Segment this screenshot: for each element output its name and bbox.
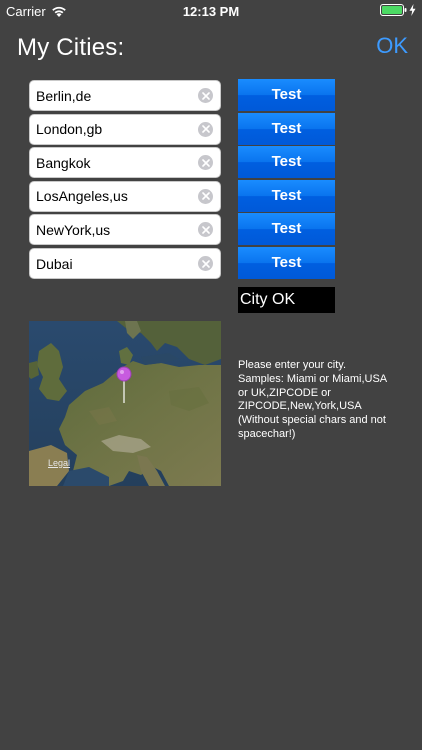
status-time: 12:13 PM — [182, 4, 240, 19]
city-status-label: City OK — [238, 287, 335, 313]
city-input[interactable] — [30, 215, 190, 245]
city-field[interactable] — [29, 180, 221, 212]
clear-text-icon[interactable] — [198, 88, 213, 103]
clear-text-icon[interactable] — [198, 222, 213, 238]
test-button[interactable]: Test — [238, 247, 335, 279]
city-input[interactable] — [30, 249, 190, 278]
city-field[interactable] — [29, 248, 221, 279]
help-text: Please enter your city. Samples: Miami o… — [238, 359, 387, 440]
status-battery-group — [380, 4, 416, 16]
clear-text-icon[interactable] — [198, 188, 213, 204]
city-field[interactable] — [29, 214, 221, 246]
clear-text-icon[interactable] — [198, 155, 213, 171]
map-legal-link[interactable]: Legal — [48, 458, 70, 468]
map-view[interactable]: Legal — [29, 321, 221, 486]
test-button[interactable]: Test — [238, 213, 335, 246]
screen: Carrier 12:13 PM My Cities: OK Berlin,de… — [0, 0, 422, 750]
ok-button[interactable]: OK — [376, 33, 408, 59]
test-button[interactable]: Test — [238, 112, 335, 145]
city-input[interactable] — [30, 148, 190, 178]
page-title: My Cities: — [17, 34, 125, 61]
clear-text-icon[interactable] — [198, 256, 213, 271]
city-field[interactable] — [29, 147, 221, 179]
clear-text-icon[interactable] — [198, 121, 213, 137]
city-input[interactable] — [30, 181, 190, 211]
charging-bolt-icon — [409, 4, 416, 16]
test-button[interactable]: Test — [238, 79, 335, 111]
map-pin-icon[interactable] — [116, 366, 132, 382]
battery-icon — [380, 4, 407, 16]
city-input[interactable] — [30, 114, 190, 144]
test-button[interactable]: Test — [238, 179, 335, 212]
status-bar: Carrier 12:13 PM — [0, 0, 422, 22]
city-field[interactable] — [29, 80, 221, 111]
city-input[interactable] — [30, 81, 190, 110]
test-button[interactable]: Test — [238, 146, 335, 179]
city-field[interactable] — [29, 113, 221, 145]
